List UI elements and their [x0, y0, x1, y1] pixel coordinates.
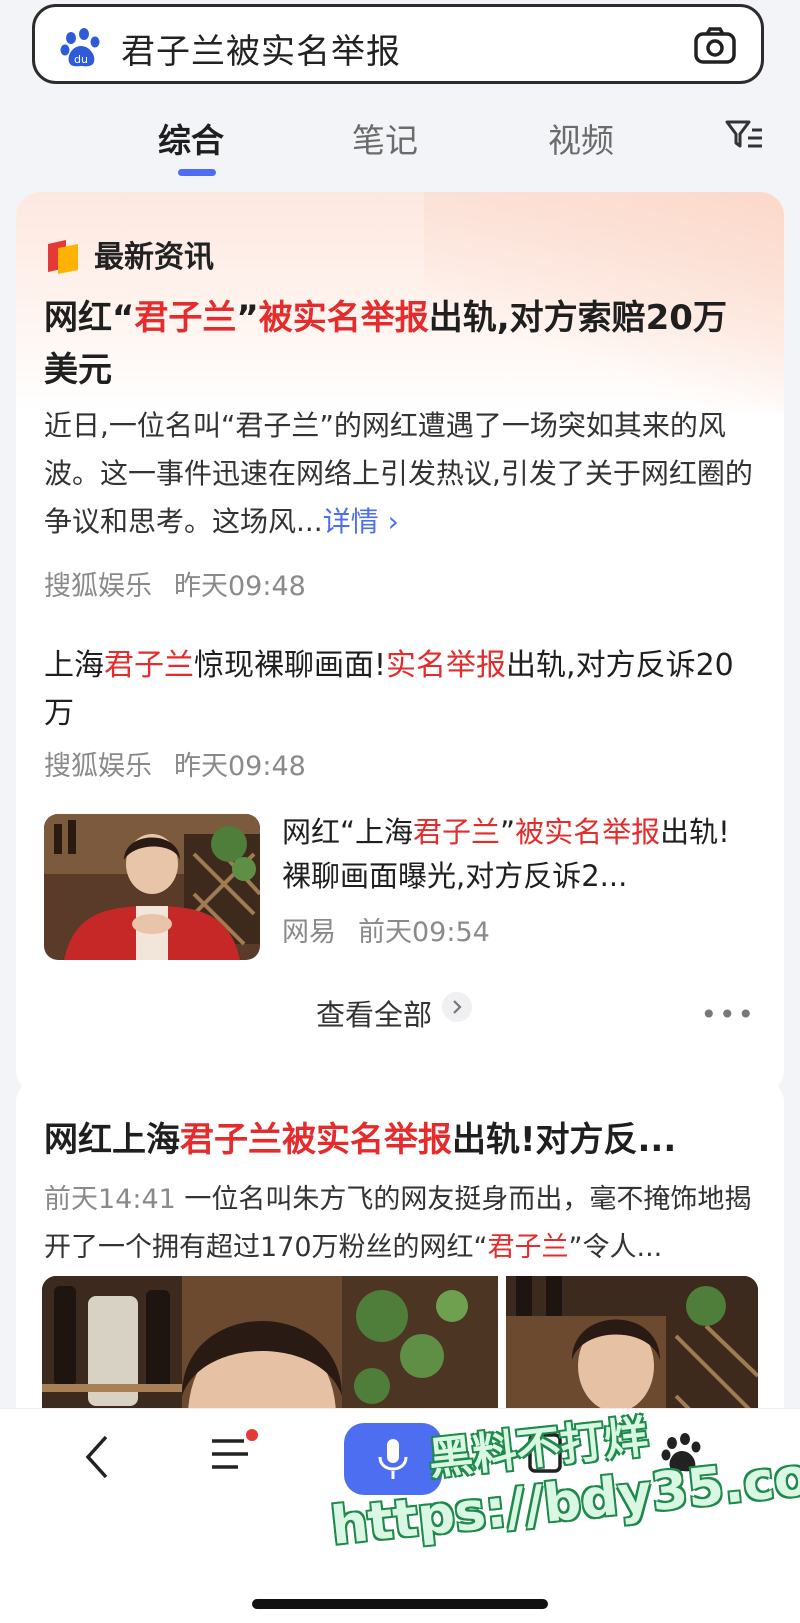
result-tabs: 综合 笔记 视频	[0, 108, 800, 188]
menu-icon[interactable]	[208, 1427, 264, 1477]
result-2-snippet: 前天14:41 一位名叫朱方飞的网友挺身而出，毫不掩饰地揭开了一个拥有超过170…	[44, 1184, 752, 1263]
story-2-title[interactable]: 上海君子兰惊现裸聊画面!实名举报出轨,对方反诉20万	[44, 642, 756, 738]
more-options-icon[interactable]: •••	[700, 998, 756, 1031]
chevron-right-icon[interactable]	[442, 992, 472, 1022]
top-story-meta: 搜狐娱乐 昨天09:48	[44, 571, 306, 602]
microphone-icon	[378, 1439, 408, 1479]
camera-icon[interactable]	[693, 26, 737, 66]
top-story-summary: 近日,一位名叫“君子兰”的网红遭遇了一场突如其来的风波。这一事件迅速在网络上引发…	[44, 409, 753, 538]
detail-link[interactable]: 详情 ›	[323, 505, 399, 538]
view-all-link[interactable]: 查看全部	[316, 992, 432, 1034]
latest-news-card: 最新资讯 网红“君子兰”被实名举报出轨,对方索赔20万美元 近日,一位名叫“君子…	[16, 192, 784, 1094]
section-heading: 最新资讯	[94, 240, 214, 275]
tab-notes[interactable]: 笔记	[352, 114, 418, 162]
tab-video[interactable]: 视频	[548, 114, 614, 162]
thumbnail-image	[44, 814, 260, 960]
baidu-paw-icon: du	[60, 28, 100, 67]
search-input[interactable]: 君子兰被实名举报	[121, 24, 401, 73]
story-3-meta: 网易 前天09:54	[282, 917, 490, 948]
filter-icon[interactable]	[724, 118, 764, 152]
search-bar[interactable]: du 君子兰被实名举报	[32, 4, 764, 84]
story-3-title[interactable]: 网红“上海君子兰”被实名举报出轨!裸聊画面曝光,对方反诉2...	[282, 810, 752, 898]
news-icon	[48, 240, 78, 274]
home-indicator	[252, 1599, 548, 1609]
svg-text:du: du	[74, 53, 88, 66]
result-2-title[interactable]: 网红上海君子兰被实名举报出轨!对方反...	[44, 1114, 756, 1166]
story-2-meta: 搜狐娱乐 昨天09:48	[44, 751, 306, 782]
active-tab-indicator	[178, 169, 216, 176]
tab-all[interactable]: 综合	[158, 114, 224, 162]
back-icon[interactable]	[80, 1433, 114, 1481]
story-3-thumbnail[interactable]	[44, 814, 260, 960]
top-story-title[interactable]: 网红“君子兰”被实名举报出轨,对方索赔20万美元	[44, 292, 756, 396]
